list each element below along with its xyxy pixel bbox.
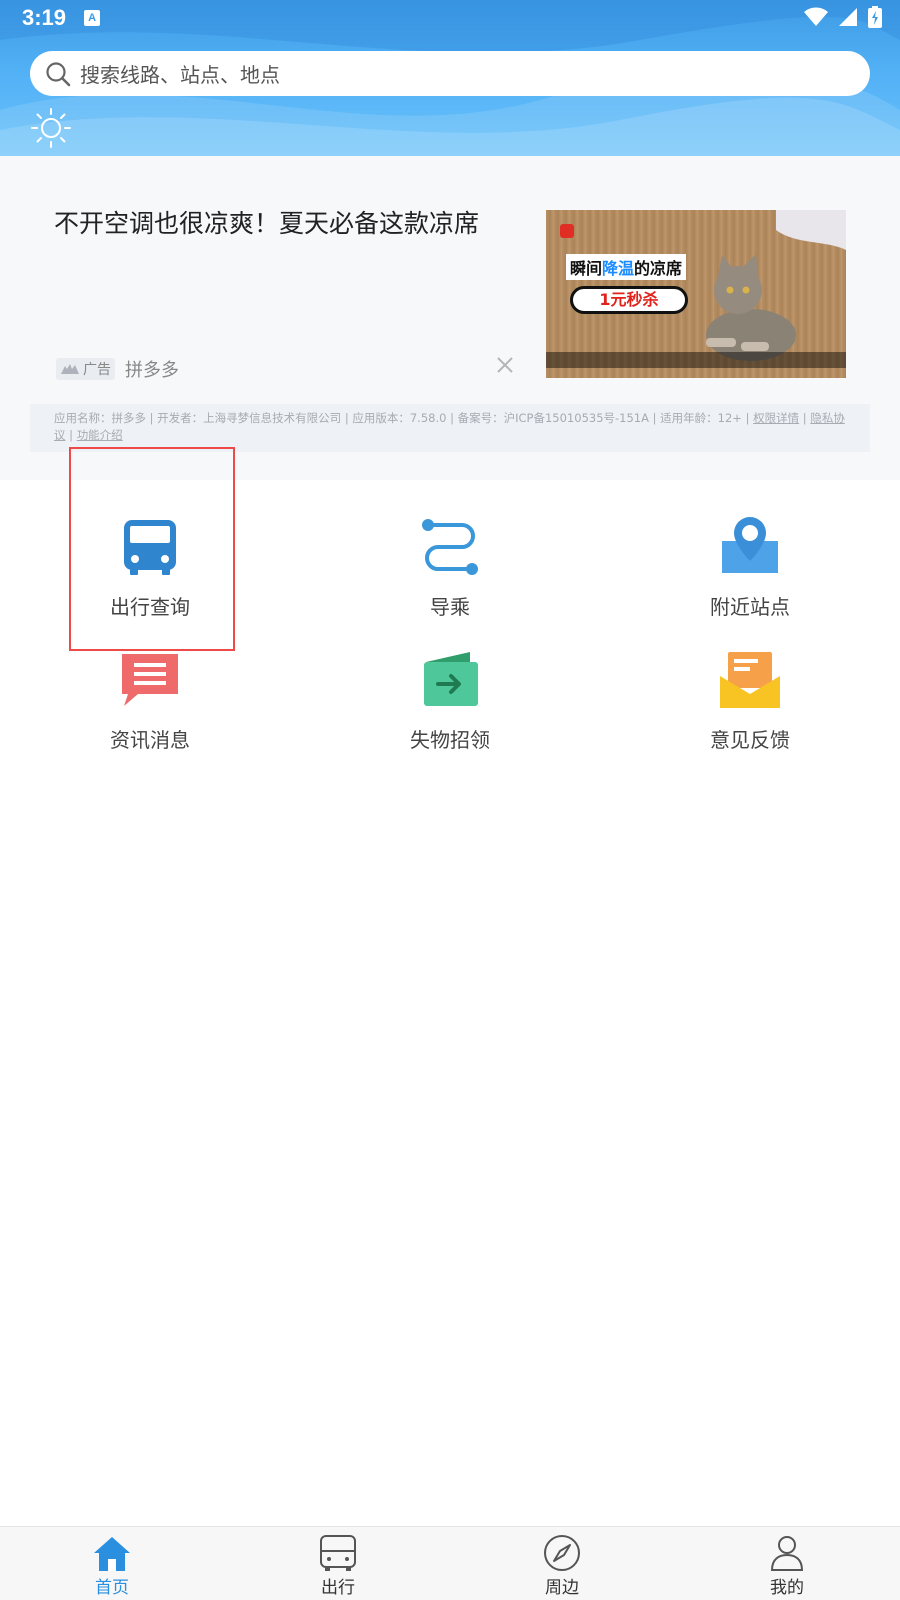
features-link[interactable]: 功能介绍 xyxy=(77,428,123,442)
wifi-icon xyxy=(804,7,828,26)
user-icon xyxy=(770,1536,804,1571)
signal-icon xyxy=(839,8,857,26)
ad-image-price-pill: 1元秒杀 xyxy=(570,286,688,314)
search-bar[interactable]: 搜索线路、站点、地点 xyxy=(30,51,870,96)
grid-label: 导乘 xyxy=(430,595,470,619)
wallet-icon xyxy=(424,652,478,706)
ad-network-icon xyxy=(61,364,79,374)
grid-item-news[interactable]: 资讯消息 xyxy=(50,648,250,753)
route-icon xyxy=(422,519,478,575)
notification-icon: A xyxy=(84,10,101,26)
home-icon xyxy=(94,1537,130,1571)
search-placeholder: 搜索线路、站点、地点 xyxy=(80,63,280,87)
battery-icon xyxy=(868,6,882,28)
nav-label: 出行 xyxy=(321,1578,355,1598)
bus-outline-icon xyxy=(320,1535,356,1571)
nav-label: 首页 xyxy=(95,1578,129,1598)
grid-item-guide[interactable]: 导乘 xyxy=(350,515,550,620)
close-icon[interactable] xyxy=(494,354,516,376)
grid-label: 意见反馈 xyxy=(710,728,790,752)
highlight-box xyxy=(69,447,235,651)
grid-label: 失物招领 xyxy=(410,728,490,752)
ad-image-caption: 瞬间降温的凉席 xyxy=(566,254,687,280)
mail-icon xyxy=(720,652,780,708)
ad-title[interactable]: 不开空调也很凉爽！夏天必备这款凉席 xyxy=(54,208,524,241)
grid-label: 附近站点 xyxy=(710,595,790,619)
nav-item-home[interactable]: 首页 xyxy=(62,1533,162,1598)
ad-badge: 广告 拼多多 xyxy=(56,356,179,382)
status-bar: 3:19 A xyxy=(0,0,900,36)
compass-icon xyxy=(544,1535,580,1571)
permissions-link[interactable]: 权限详情 xyxy=(753,411,799,425)
ad-image[interactable]: 瞬间降温的凉席 1元秒杀 xyxy=(546,210,846,378)
nav-item-nearby[interactable]: 周边 xyxy=(512,1533,612,1598)
grid-item-lost-found[interactable]: 失物招领 xyxy=(350,648,550,753)
ad-source: 拼多多 xyxy=(125,360,179,381)
nav-item-me[interactable]: 我的 xyxy=(737,1533,837,1598)
grid-label: 资讯消息 xyxy=(110,728,190,752)
ad-tag: 广告 xyxy=(56,358,115,380)
search-icon xyxy=(46,61,71,86)
nav-item-trip[interactable]: 出行 xyxy=(288,1533,388,1598)
map-pin-icon xyxy=(722,517,778,573)
ad-banner[interactable]: 不开空调也很凉爽！夏天必备这款凉席 瞬间降温的凉席 1元秒杀 广告 拼多多 应用… xyxy=(0,156,900,480)
nav-label: 我的 xyxy=(770,1578,804,1598)
bottom-nav: 首页 出行 周边 我的 xyxy=(0,1526,900,1600)
grid-item-feedback[interactable]: 意见反馈 xyxy=(650,648,850,753)
header: 3:19 A 搜索线路、站点、地点 xyxy=(0,0,900,156)
grid-item-nearby-stations[interactable]: 附近站点 xyxy=(650,515,850,620)
message-icon xyxy=(122,654,178,706)
sun-weather-icon[interactable] xyxy=(30,107,72,149)
status-time: 3:19 xyxy=(22,5,67,30)
nav-label: 周边 xyxy=(545,1578,579,1598)
ad-app-info: 应用名称：拼多多 | 开发者：上海寻梦信息技术有限公司 | 应用版本：7.58.… xyxy=(30,404,870,452)
